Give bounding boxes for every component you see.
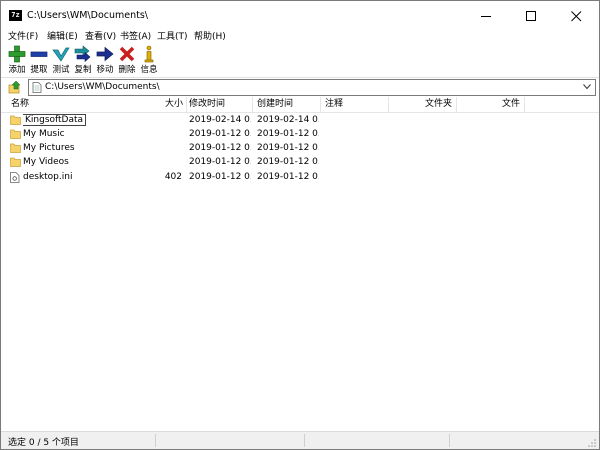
file-size: 402: [164, 172, 182, 182]
menu-bar: 文件(F) 编辑(E) 查看(V) 书签(A) 工具(T) 帮助(H): [1, 27, 599, 43]
table-row[interactable]: KingsoftData 2019-02-14 0... 2019-02-14 …: [1, 113, 599, 127]
file-size: [121, 141, 182, 155]
menu-edit[interactable]: 编辑(E): [47, 29, 78, 42]
folder-icon: [10, 157, 21, 167]
copy-arrows-icon: [74, 45, 91, 63]
column-files[interactable]: 文件: [457, 97, 525, 112]
file-created: 2019-01-12 0...: [257, 129, 319, 139]
file-modified: 2019-01-12 0...: [189, 129, 251, 139]
folder-icon: [10, 143, 21, 153]
file-created: 2019-02-14 0...: [257, 115, 319, 125]
add-icon: [8, 45, 26, 63]
delete-button[interactable]: 删除: [116, 43, 138, 77]
resize-grip-icon[interactable]: [587, 438, 597, 448]
window-title: C:\Users\WM\Documents\: [27, 10, 148, 21]
folder-icon: [10, 115, 21, 125]
copy-button[interactable]: 复制: [72, 43, 94, 77]
toolbar: 添加 提取 测试 复制 移动 删除 信息: [1, 43, 599, 78]
document-icon: [32, 82, 42, 93]
table-row[interactable]: My Music 2019-01-12 0... 2019-01-12 0...: [1, 127, 599, 141]
extract-icon: [30, 51, 48, 57]
address-bar: C:\Users\WM\Documents\: [1, 78, 599, 96]
menu-bookmarks[interactable]: 书签(A): [120, 29, 151, 42]
status-divider: [449, 434, 450, 447]
settings-file-icon: [10, 172, 20, 183]
folder-icon: [10, 129, 21, 139]
column-comment[interactable]: 注释: [321, 97, 389, 112]
menu-help[interactable]: 帮助(H): [194, 29, 226, 42]
file-modified: 2019-02-14 0...: [189, 115, 251, 125]
status-divider: [304, 434, 305, 447]
test-button[interactable]: 测试: [50, 43, 72, 77]
chevron-down-icon[interactable]: [583, 84, 591, 90]
column-folders[interactable]: 文件夹: [389, 97, 457, 112]
maximize-icon: [526, 11, 536, 21]
file-modified: 2019-01-12 0...: [189, 143, 251, 153]
file-size: [121, 113, 182, 127]
info-icon: [144, 45, 154, 63]
column-created[interactable]: 创建时间: [253, 97, 321, 112]
up-folder-icon: [8, 80, 21, 94]
close-icon: [571, 11, 582, 22]
table-row[interactable]: My Pictures 2019-01-12 0... 2019-01-12 0…: [1, 141, 599, 155]
file-size: [121, 127, 182, 141]
menu-tools[interactable]: 工具(T): [157, 29, 188, 42]
file-created: 2019-01-12 0...: [257, 143, 319, 153]
file-modified: 2019-01-12 0...: [189, 172, 251, 182]
check-icon: [52, 47, 70, 62]
delete-x-icon: [119, 46, 135, 62]
file-created: 2019-01-12 0...: [257, 172, 319, 182]
column-modified[interactable]: 修改时间: [185, 97, 253, 112]
column-size[interactable]: 大小: [121, 97, 187, 112]
status-bar: 选定 0 / 5 个项目: [1, 431, 599, 449]
right-arrow-icon: [96, 46, 114, 62]
file-list-header: 名称 大小 修改时间 创建时间 注释 文件夹 文件: [1, 97, 599, 113]
info-label: 信息: [140, 65, 158, 75]
add-button[interactable]: 添加: [6, 43, 28, 77]
menu-file[interactable]: 文件(F): [8, 29, 38, 42]
status-divider: [155, 434, 156, 447]
menu-view[interactable]: 查看(V): [85, 29, 116, 42]
info-button[interactable]: 信息: [138, 43, 160, 77]
path-text: C:\Users\WM\Documents\: [45, 82, 160, 92]
up-folder-button[interactable]: [8, 80, 22, 94]
file-modified: 2019-01-12 0...: [189, 157, 251, 167]
main-window: 7z C:\Users\WM\Documents\ 文件(F) 编辑(E) 查看…: [0, 0, 600, 450]
app-icon: 7z: [9, 10, 22, 21]
file-created: 2019-01-12 0...: [257, 157, 319, 167]
extract-button[interactable]: 提取: [28, 43, 50, 77]
table-row[interactable]: desktop.ini 402 2019-01-12 0... 2019-01-…: [1, 170, 599, 184]
minimize-icon: [481, 16, 491, 17]
selection-status: 选定 0 / 5 个项目: [8, 438, 79, 448]
path-input[interactable]: C:\Users\WM\Documents\: [28, 79, 596, 96]
move-button[interactable]: 移动: [94, 43, 116, 77]
table-row[interactable]: My Videos 2019-01-12 0... 2019-01-12 0..…: [1, 155, 599, 169]
file-size: [121, 155, 182, 169]
